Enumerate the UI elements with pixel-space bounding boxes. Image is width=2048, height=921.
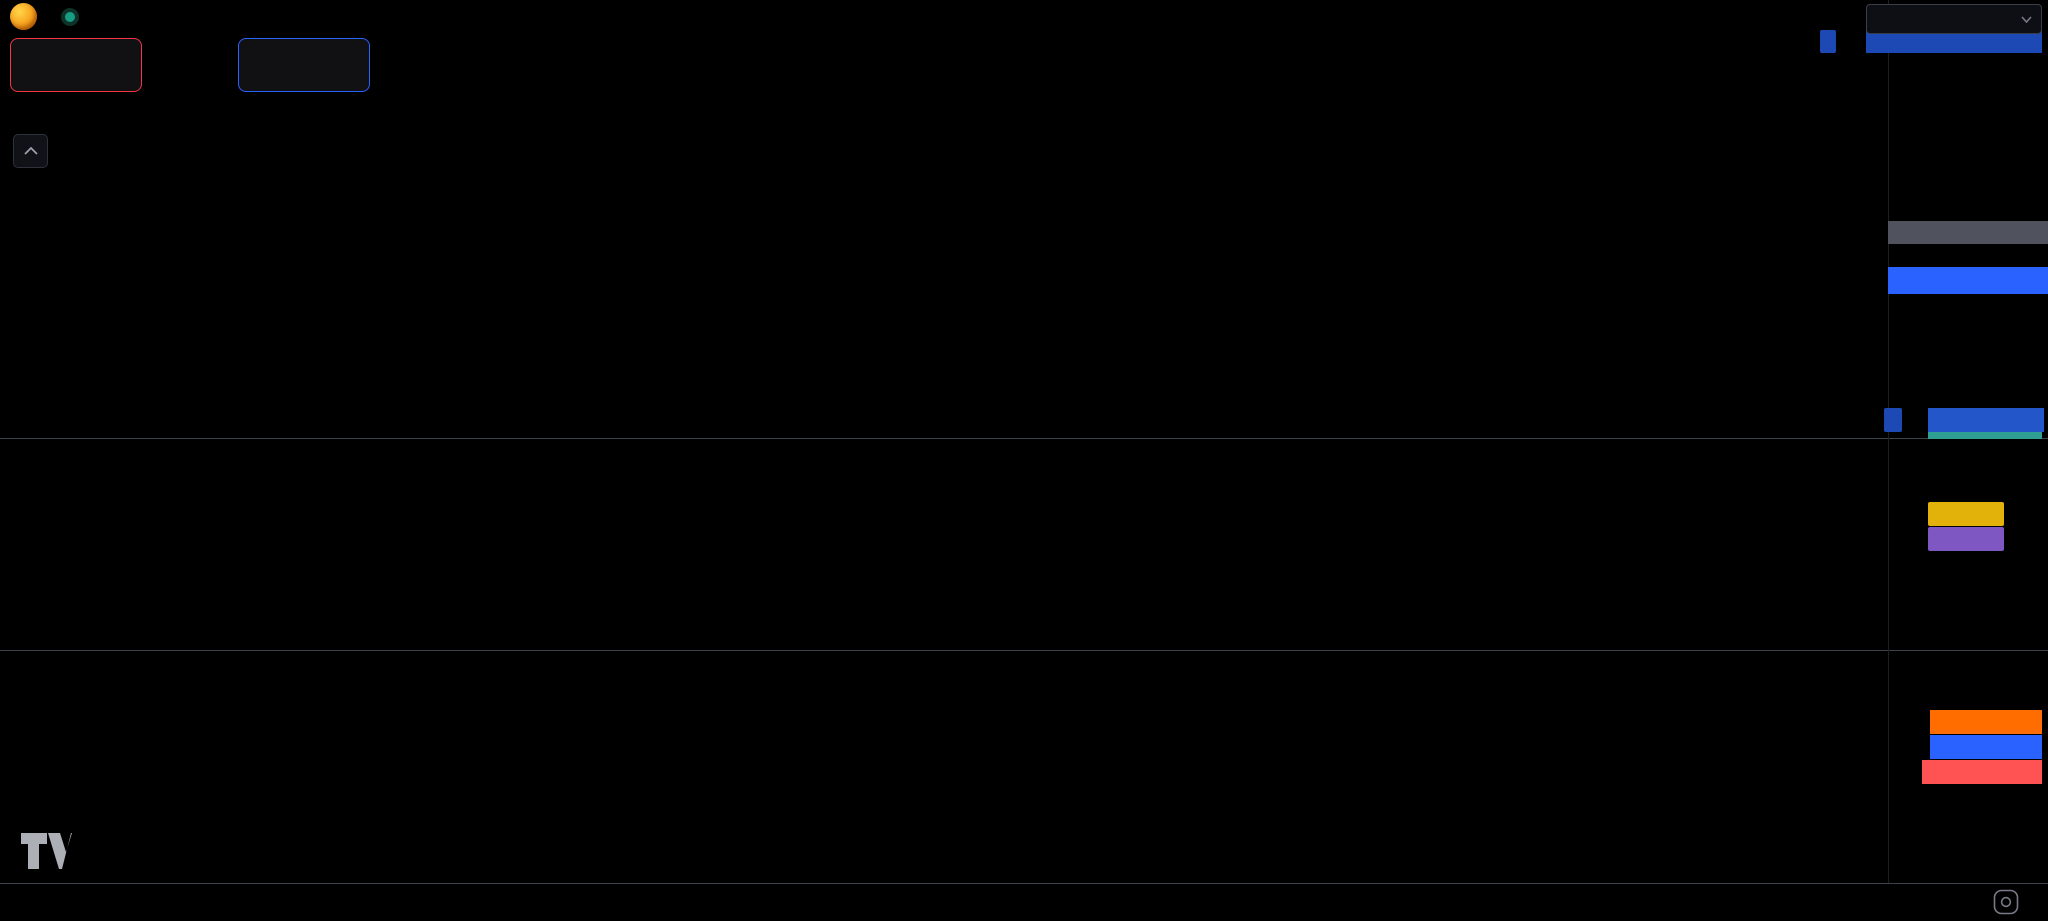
bonk-coin-logo xyxy=(10,3,37,30)
low-marker-value xyxy=(1928,408,2044,432)
low-marker-label xyxy=(1884,408,1902,432)
currency-selector[interactable] xyxy=(1866,4,2042,34)
time-scale[interactable] xyxy=(0,884,2048,921)
collapse-pane-button[interactable] xyxy=(13,134,48,168)
buy-button[interactable] xyxy=(238,38,370,92)
market-status-icon[interactable] xyxy=(61,8,79,26)
macd-signal-badge xyxy=(1930,710,2042,734)
rsi-ma-badge xyxy=(1928,502,2004,526)
tradingview-logo-icon xyxy=(20,832,72,870)
tradingview-chart-window xyxy=(0,0,2048,921)
timezone-clock-button[interactable] xyxy=(1993,889,2019,920)
chevron-up-icon xyxy=(24,147,38,155)
high-marker-label xyxy=(1820,30,1836,53)
sell-button[interactable] xyxy=(10,38,142,92)
macd-hist-badge xyxy=(1922,760,2042,784)
macd-line-badge xyxy=(1930,735,2042,759)
rsi-indicator-pane[interactable] xyxy=(0,439,1888,650)
last-price-badge xyxy=(1888,267,2048,294)
pane-separator[interactable] xyxy=(0,438,2048,439)
clock-icon xyxy=(1993,889,2019,915)
pane-separator[interactable] xyxy=(0,650,2048,651)
macd-indicator-pane[interactable] xyxy=(0,651,1888,883)
countdown-price-badge xyxy=(1888,221,2048,244)
tradingview-watermark[interactable] xyxy=(20,832,85,870)
rsi-value-badge xyxy=(1928,527,2004,551)
chevron-down-icon xyxy=(2021,16,2032,23)
